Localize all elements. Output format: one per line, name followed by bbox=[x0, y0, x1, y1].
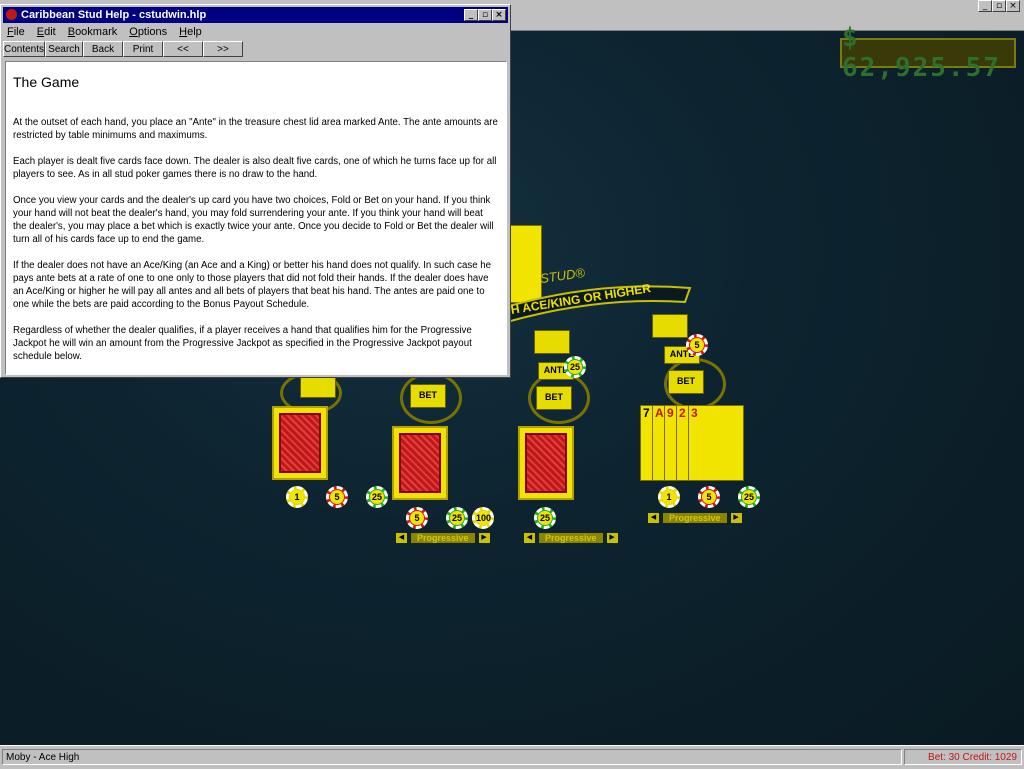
progressive-next-button[interactable]: ▶ bbox=[478, 532, 490, 543]
close-button[interactable]: × bbox=[1006, 0, 1020, 12]
app-icon bbox=[6, 9, 17, 20]
help-window: Caribbean Stud Help - cstudwin.hlp _ ▫ ×… bbox=[0, 4, 511, 378]
progressive-label[interactable]: Progressive bbox=[663, 512, 727, 523]
dealer-chest bbox=[652, 314, 688, 338]
help-paragraph: At the outset of each hand, you place an… bbox=[13, 117, 498, 141]
help-titlebar[interactable]: Caribbean Stud Help - cstudwin.hlp _ ▫ × bbox=[3, 7, 508, 23]
game-window-controls: _ ▫ × bbox=[978, 0, 1020, 12]
face-up-hand: 7 A 9 2 3 bbox=[640, 405, 744, 481]
menu-help[interactable]: Help bbox=[179, 24, 202, 40]
help-paragraph: Each player is dealt five cards face dow… bbox=[13, 156, 497, 180]
chip-1[interactable]: 1 bbox=[658, 486, 680, 508]
chip-25[interactable]: 25 bbox=[534, 507, 556, 529]
progressive-label[interactable]: Progressive bbox=[539, 532, 603, 543]
chip-25[interactable]: 25 bbox=[366, 486, 388, 508]
help-toolbar: Contents Search Back Print << >> bbox=[3, 41, 508, 59]
chip-5: 5 bbox=[686, 334, 708, 356]
progressive-control: ◀ Progressive ▶ bbox=[524, 532, 618, 543]
help-paragraph: Regardless of whether the dealer qualifi… bbox=[13, 325, 472, 362]
chip-5[interactable]: 5 bbox=[406, 507, 428, 529]
status-message: Moby - Ace High bbox=[2, 749, 902, 765]
browse-back-button[interactable]: << bbox=[163, 41, 203, 57]
progressive-next-button[interactable]: ▶ bbox=[606, 532, 618, 543]
credit-display: $ 62,925.57 bbox=[840, 23, 1016, 83]
bet-chest[interactable]: BET bbox=[668, 370, 704, 394]
chip-100[interactable]: 100 bbox=[472, 507, 494, 529]
help-paragraph: If the dealer does not have an Ace/King … bbox=[13, 260, 492, 310]
minimize-button[interactable]: _ bbox=[978, 0, 992, 12]
menu-options[interactable]: Options bbox=[129, 24, 167, 40]
chip-5[interactable]: 5 bbox=[326, 486, 348, 508]
help-window-title: Caribbean Stud Help - cstudwin.hlp bbox=[21, 9, 207, 21]
card-back bbox=[518, 426, 574, 500]
help-content: The Game At the outset of each hand, you… bbox=[5, 61, 507, 375]
chip-25: 25 bbox=[564, 356, 586, 378]
status-bar: Moby - Ace High Bet: 30 Credit: 1029 bbox=[0, 745, 1024, 769]
search-button[interactable]: Search bbox=[45, 41, 83, 57]
menu-edit[interactable]: Edit bbox=[37, 24, 56, 40]
help-menubar: File Edit Bookmark Options Help bbox=[3, 24, 508, 40]
print-button[interactable]: Print bbox=[123, 41, 163, 57]
progressive-control: ◀ Progressive ▶ bbox=[396, 532, 490, 543]
contents-button[interactable]: Contents bbox=[3, 41, 45, 57]
chip-25[interactable]: 25 bbox=[446, 507, 468, 529]
card-back bbox=[392, 426, 448, 500]
bet-credit-readout: Bet: 30 Credit: 1029 bbox=[904, 749, 1022, 765]
dealer-chest bbox=[534, 330, 570, 354]
progressive-control: ◀ Progressive ▶ bbox=[648, 512, 742, 523]
menu-file[interactable]: File bbox=[7, 24, 25, 40]
back-button[interactable]: Back bbox=[83, 41, 123, 57]
menu-bookmark[interactable]: Bookmark bbox=[68, 24, 118, 40]
help-window-controls: _ ▫ × bbox=[464, 9, 506, 21]
help-paragraph: Once you view your cards and the dealer'… bbox=[13, 195, 494, 245]
help-heading: The Game bbox=[13, 74, 80, 90]
minimize-button[interactable]: _ bbox=[464, 9, 478, 21]
card-back bbox=[272, 406, 328, 480]
chip-25[interactable]: 25 bbox=[738, 486, 760, 508]
progressive-next-button[interactable]: ▶ bbox=[730, 512, 742, 523]
progressive-label[interactable]: Progressive bbox=[411, 532, 475, 543]
chip-1[interactable]: 1 bbox=[286, 486, 308, 508]
maximize-button[interactable]: ▫ bbox=[478, 9, 492, 21]
browse-forward-button[interactable]: >> bbox=[203, 41, 243, 57]
restore-button[interactable]: ▫ bbox=[992, 0, 1006, 12]
card: 3 bbox=[688, 405, 744, 481]
close-button[interactable]: × bbox=[492, 9, 506, 21]
progressive-prev-button[interactable]: ◀ bbox=[648, 512, 659, 523]
bet-chest[interactable]: BET bbox=[536, 386, 572, 410]
progressive-prev-button[interactable]: ◀ bbox=[524, 532, 535, 543]
chip-5[interactable]: 5 bbox=[698, 486, 720, 508]
progressive-prev-button[interactable]: ◀ bbox=[396, 532, 407, 543]
bet-chest[interactable]: BET bbox=[410, 384, 446, 408]
credit-amount: $ 62,925.57 bbox=[842, 23, 1001, 83]
